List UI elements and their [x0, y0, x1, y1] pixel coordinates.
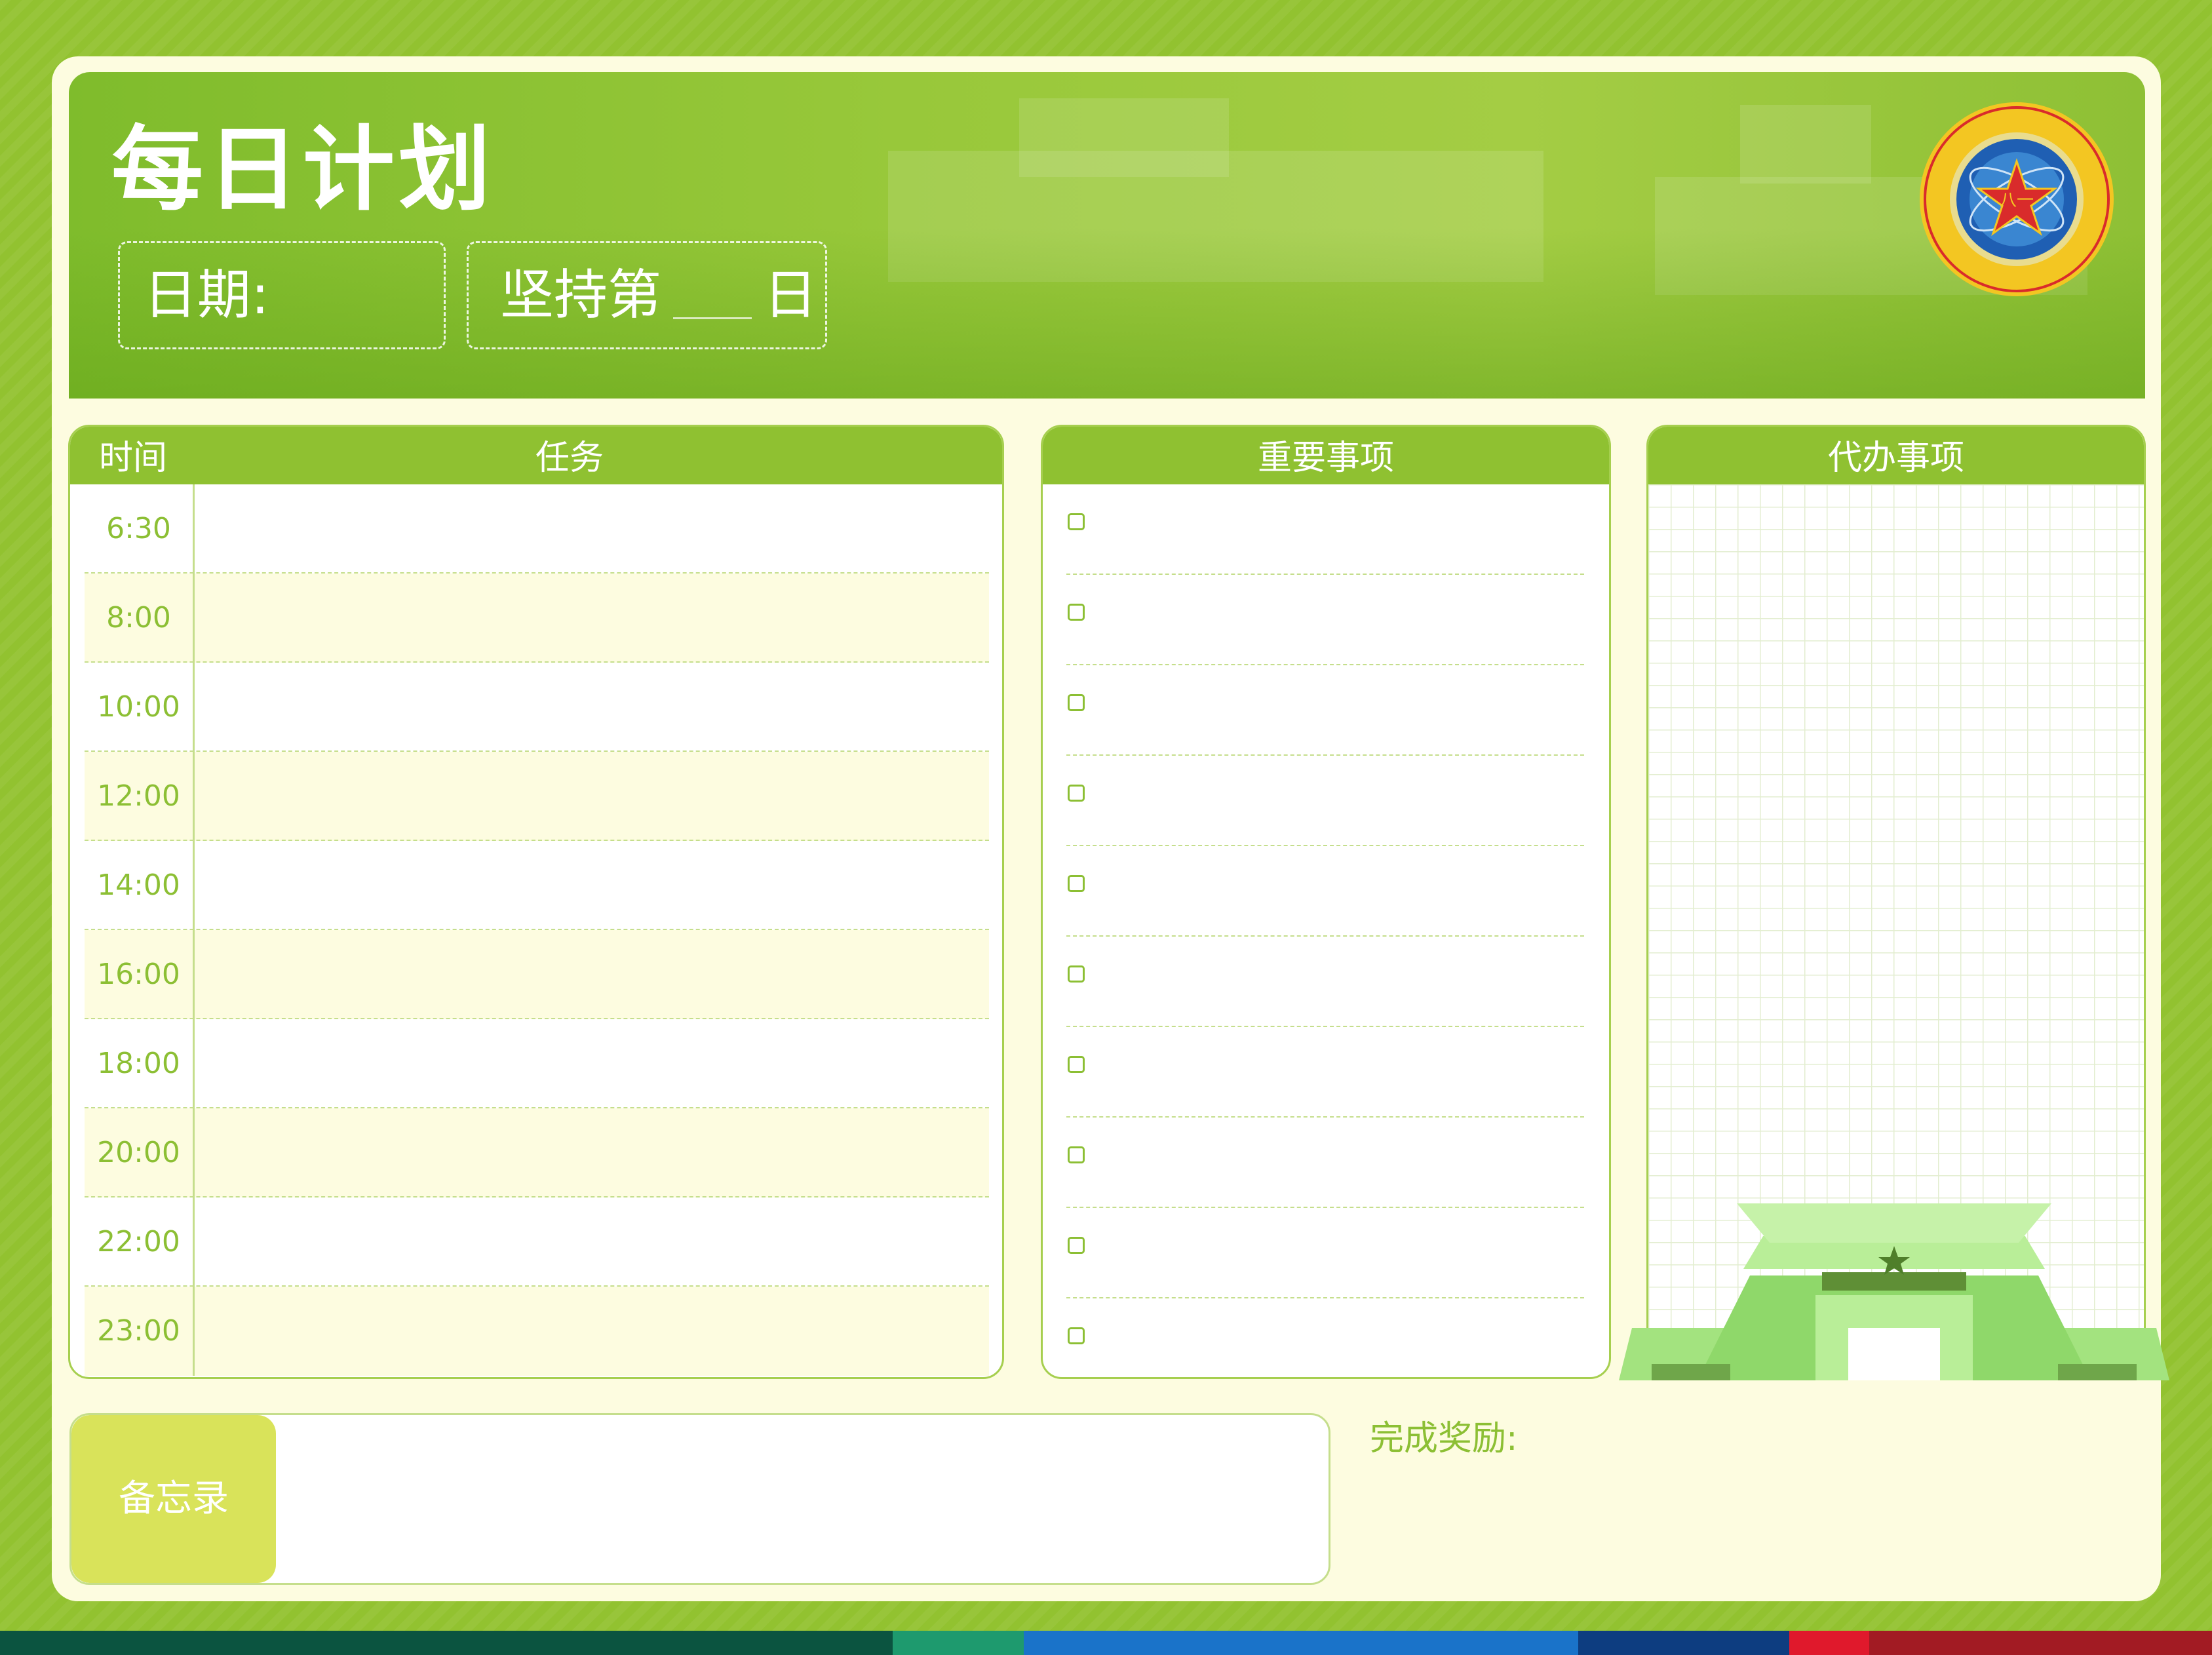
schedule-row[interactable]: 14:00	[85, 841, 989, 930]
schedule-row[interactable]: 22:00	[85, 1197, 989, 1287]
svg-text:八一: 八一	[2000, 191, 2034, 210]
schedule-row[interactable]: 18:00	[85, 1019, 989, 1108]
important-item[interactable]	[1066, 575, 1584, 665]
important-item[interactable]	[1066, 484, 1584, 575]
schedule-row[interactable]: 6:30	[85, 484, 989, 574]
important-title: 重要事项	[1257, 438, 1394, 478]
page-title: 每日计划	[111, 117, 495, 224]
time-cell: 12:00	[85, 752, 195, 841]
time-cell: 22:00	[85, 1197, 195, 1287]
todo-title: 代办事项	[1827, 438, 1964, 478]
important-item[interactable]	[1066, 665, 1584, 756]
schedule-row[interactable]: 23:00	[85, 1287, 989, 1376]
checkbox[interactable]	[1068, 1237, 1085, 1254]
time-cell: 20:00	[85, 1108, 195, 1197]
time-column-header: 时间	[99, 438, 168, 478]
checkbox[interactable]	[1068, 1146, 1085, 1163]
checkbox[interactable]	[1068, 1327, 1085, 1344]
schedule-row[interactable]: 16:00	[85, 930, 989, 1019]
important-item[interactable]	[1066, 1208, 1584, 1298]
time-cell: 14:00	[85, 841, 195, 930]
time-cell: 8:00	[85, 574, 195, 663]
persist-day-blank[interactable]	[673, 278, 752, 320]
date-field[interactable]: 日期:	[118, 241, 446, 349]
important-item[interactable]	[1066, 846, 1584, 937]
schedule-row[interactable]: 12:00	[85, 752, 989, 841]
campus-gate-illustration	[1619, 1203, 2169, 1380]
important-item[interactable]	[1066, 1118, 1584, 1208]
nudt-emblem-icon: 八一	[1920, 102, 2114, 296]
time-cell: 18:00	[85, 1019, 195, 1108]
important-panel: 重要事项	[1041, 425, 1611, 1379]
time-cell: 23:00	[85, 1287, 195, 1376]
checkbox[interactable]	[1068, 694, 1085, 711]
persist-suffix: 日	[764, 264, 818, 326]
checkbox[interactable]	[1068, 965, 1085, 983]
checkbox[interactable]	[1068, 513, 1085, 530]
important-item[interactable]	[1066, 937, 1584, 1027]
important-item[interactable]	[1066, 756, 1584, 846]
schedule-row[interactable]: 8:00	[85, 574, 989, 663]
schedule-row[interactable]: 20:00	[85, 1108, 989, 1197]
persist-prefix: 坚持第	[500, 264, 662, 326]
bottom-color-stripe	[0, 1631, 2212, 1655]
task-column-header: 任务	[535, 438, 604, 478]
important-item[interactable]	[1066, 1298, 1584, 1377]
memo-box[interactable]: 备忘录	[69, 1413, 1330, 1585]
persist-day-field[interactable]: 坚持第 日	[467, 241, 827, 349]
checkbox[interactable]	[1068, 875, 1085, 892]
schedule-row[interactable]: 10:00	[85, 663, 989, 752]
important-item[interactable]	[1066, 1027, 1584, 1118]
reward-label: 完成奖励:	[1370, 1419, 1518, 1458]
important-header: 重要事项	[1043, 427, 1609, 484]
todo-header: 代办事项	[1648, 427, 2144, 484]
checkbox[interactable]	[1068, 604, 1085, 621]
checkbox[interactable]	[1068, 785, 1085, 802]
time-cell: 6:30	[85, 484, 195, 574]
date-label: 日期:	[144, 264, 269, 326]
schedule-header: 时间 任务	[70, 427, 1002, 484]
time-cell: 16:00	[85, 930, 195, 1019]
schedule-panel: 时间 任务 6:30 8:00 10:00 12:00 14:00 16:00 …	[68, 425, 1004, 1379]
checkbox[interactable]	[1068, 1056, 1085, 1073]
memo-label: 备忘录	[71, 1415, 276, 1583]
time-cell: 10:00	[85, 663, 195, 752]
